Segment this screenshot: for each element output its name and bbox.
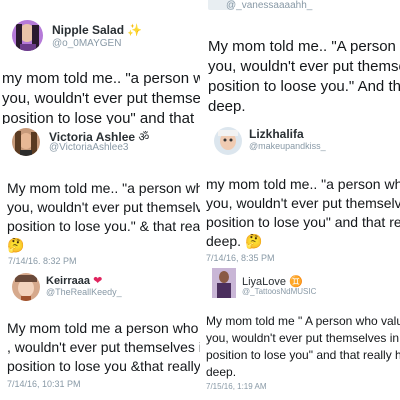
avatar[interactable]: [212, 268, 236, 298]
tweet-line: deep.: [206, 365, 237, 379]
horizontal-divider: [0, 264, 400, 266]
timestamp[interactable]: 7/15/16, 1:19 AM: [206, 382, 267, 391]
tweet-line: , wouldn't ever put themselves in: [7, 339, 200, 355]
heart-icon: ❤: [93, 275, 103, 287]
tweet-line: you, wouldn't ever put themse: [2, 90, 200, 107]
sparkles-icon: ✨: [127, 23, 143, 37]
tweet-line: position to lose you." & that reall: [7, 218, 200, 234]
tweet-line: position to lose you &that really h: [7, 358, 200, 374]
tweet-line: you, wouldn't ever put themselves in: [206, 331, 400, 345]
tweet-panel-victoria: Victoria Ashlee ॐ @VictoriaAshlee3 My mo…: [0, 125, 200, 265]
tweet-line: you, wouldn't ever put themselve: [206, 195, 400, 211]
tweet-panel-vanessa: @_vanessaaaahh_ My mom told me.. "A pers…: [202, 0, 400, 125]
avatar[interactable]: [12, 128, 40, 156]
tweet-line: deep.: [206, 233, 242, 249]
tweet-text: My mom told me.. "A person w you, wouldn…: [208, 37, 400, 117]
tweet-line: position to lose you" and that rea: [206, 214, 400, 230]
tweet-line: My mom told me a person who v: [7, 320, 200, 336]
thinking-face-icon: 🤔: [7, 237, 25, 253]
tweet-line: my mom told me.. "a person wh: [206, 176, 400, 192]
avatar[interactable]: [12, 20, 43, 51]
display-name[interactable]: Keirraaa ❤: [46, 274, 102, 287]
user-handle[interactable]: @makeupandkiss_: [249, 141, 326, 151]
display-name[interactable]: Lizkhalifa: [249, 127, 304, 141]
timestamp[interactable]: 7/14/16, 8:35 PM: [206, 253, 275, 263]
timestamp[interactable]: 7/14/16, 10:31 PM: [7, 379, 81, 389]
user-handle[interactable]: @VictoriaAshlee3: [49, 142, 128, 153]
display-name[interactable]: Nipple Salad ✨: [52, 23, 142, 37]
tweet-line: you, wouldn't ever put themse: [208, 58, 400, 75]
tweet-line: you, wouldn't ever put themselv: [7, 199, 200, 215]
tweet-line: position to lose you" and that really h: [206, 348, 400, 362]
tweet-line: position to lose you" and that: [2, 110, 195, 125]
user-handle[interactable]: @_vanessaaaahh_: [226, 0, 312, 11]
tweet-text: My mom told me.. "a person wh you, would…: [7, 179, 200, 255]
tweet-text: my mom told me.. "a person wh you, would…: [206, 175, 400, 251]
tweet-line: My mom told me.. "a person wh: [7, 180, 200, 196]
tweet-panel-keirraaa: Keirraaa ❤ @TheReallKeedy_ My mom told m…: [0, 265, 200, 400]
avatar[interactable]: [12, 273, 40, 301]
user-handle[interactable]: @o_0MAYGEN: [52, 38, 121, 49]
display-name-text: Nipple Salad: [52, 23, 125, 37]
tweet-panel-nipple-salad: Nipple Salad ✨ @o_0MAYGEN my mom told me…: [0, 0, 200, 125]
display-name-text: Keirraaa: [46, 275, 91, 287]
om-icon: ॐ: [138, 130, 150, 144]
tweet-text: My mom told me " A person who valu you, …: [206, 313, 400, 381]
tweet-line: my mom told me.. "a person w: [2, 70, 200, 87]
vertical-divider: [200, 0, 202, 400]
tweet-line-last: deep. 🤔: [206, 232, 400, 251]
horizontal-divider: [0, 124, 400, 126]
tweet-line: My mom told me.. "A person w: [208, 38, 400, 55]
avatar[interactable]: [214, 127, 242, 155]
tweet-panel-liyalove: LiyaLove ♊ @_TattoosNdMUSIC My mom told …: [202, 265, 400, 400]
tweet-text: my mom told me.. "a person w you, wouldn…: [2, 69, 200, 125]
tweet-line: My mom told me " A person who valu: [206, 314, 400, 328]
user-handle[interactable]: @TheReallKeedy_: [46, 287, 122, 297]
tweet-panel-lizkhalifa: Lizkhalifa @makeupandkiss_ my mom told m…: [202, 125, 400, 265]
tweet-line: position to loose you." And th: [208, 78, 400, 95]
tweet-text: My mom told me a person who v , wouldn't…: [7, 319, 200, 376]
user-handle[interactable]: @_TattoosNdMUSIC: [242, 287, 316, 296]
tweet-line: deep.: [208, 98, 246, 115]
thinking-face-icon: 🤔: [244, 233, 263, 249]
